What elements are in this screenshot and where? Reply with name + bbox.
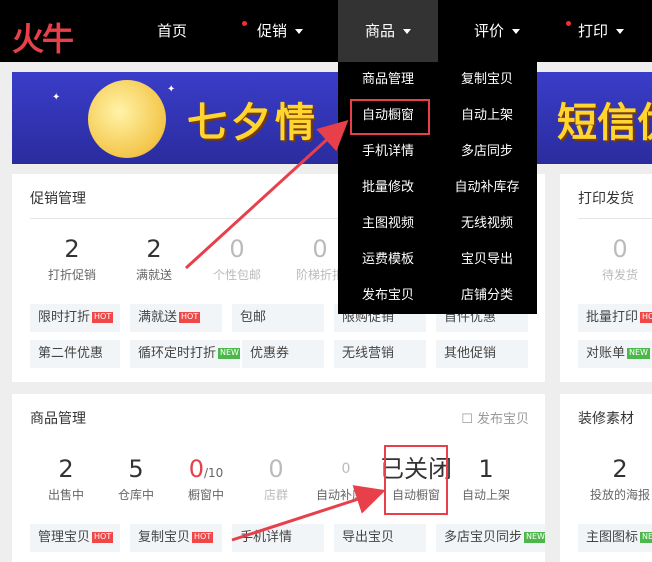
arrow-icon [231, 485, 386, 542]
arrow-icon [184, 119, 349, 270]
annotation-arrows [184, 119, 386, 542]
